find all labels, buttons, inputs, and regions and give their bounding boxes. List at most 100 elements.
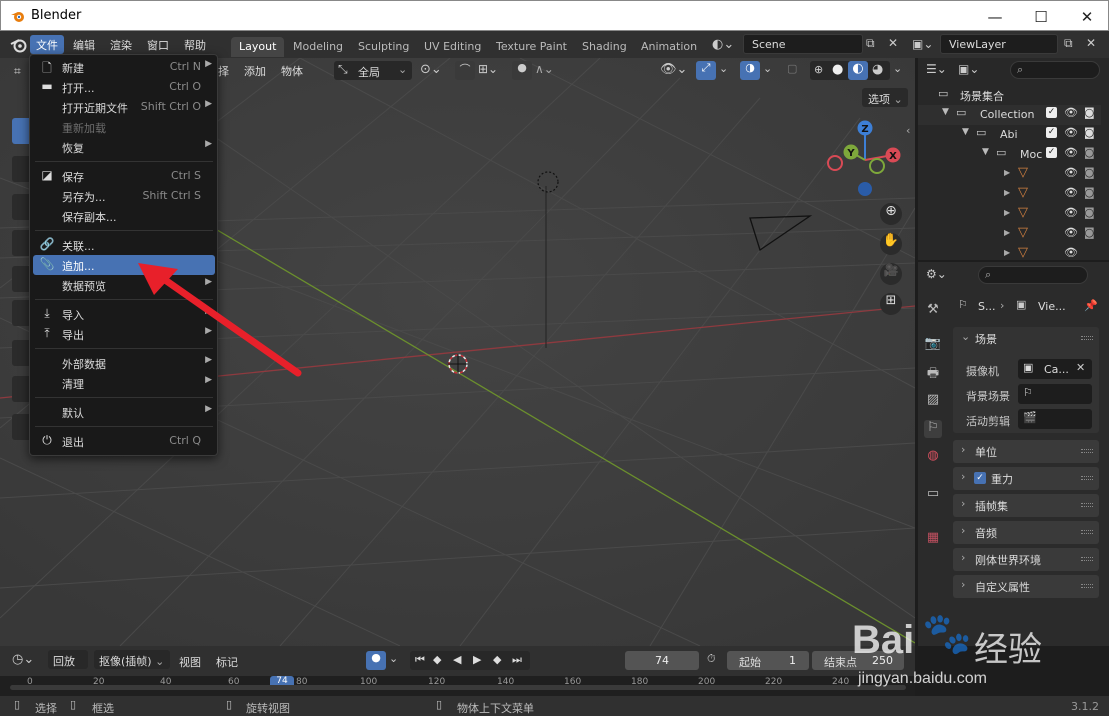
prev-keyframe-icon[interactable]: ◆ — [433, 653, 441, 666]
chevron-down-icon[interactable]: ⌄ — [961, 330, 970, 343]
outliner-row-moc[interactable]: ▼ ▭ Moc ✓ 👁 ◙ — [918, 145, 1101, 165]
exclude-checkbox[interactable]: ✓ — [1046, 127, 1057, 138]
view-layer-properties-icon[interactable]: ▨ — [924, 392, 942, 410]
timeline-view-menu[interactable]: 视图 — [179, 654, 201, 670]
menu-window[interactable]: 窗口 — [141, 35, 175, 54]
gravity-checkbox[interactable]: ✓ — [974, 472, 986, 484]
active-clip-field[interactable]: 🎬 — [1018, 409, 1092, 429]
properties-editor-type-icon[interactable]: ⚙⌄ — [926, 267, 947, 281]
start-frame-field[interactable]: 起始 1 — [727, 651, 809, 670]
neg-y-axis-handle[interactable] — [869, 158, 885, 174]
menu-file[interactable]: 文件 — [30, 35, 64, 54]
menu-item-open-recent[interactable]: 打开近期文件 Shift Ctrl O ▶ — [33, 97, 215, 117]
stopwatch-icon[interactable]: ⏱ — [707, 652, 716, 666]
menu-item-quit[interactable]: ⏻ 退出 Ctrl Q — [33, 431, 215, 451]
menu-item-recover[interactable]: 恢复 ▶ — [33, 137, 215, 157]
options-dropdown[interactable]: 选项 ⌄ — [862, 88, 908, 107]
tab-sculpting[interactable]: Sculpting — [350, 37, 417, 57]
pan-hand-icon[interactable]: ✋ — [880, 233, 902, 255]
menu-item-save-copy[interactable]: 保存副本... — [33, 206, 215, 226]
visibility-dropdown-icon[interactable]: 👁⌄ — [660, 62, 687, 77]
overlay-dropdown-icon[interactable]: ⌄ — [763, 62, 772, 75]
outliner-row-object[interactable]: ▶ ▽ 👁 ◙ — [918, 165, 1101, 185]
eye-icon[interactable]: 👁 — [1064, 106, 1078, 119]
background-scene-field[interactable]: ⚐ — [1018, 384, 1092, 404]
wireframe-shading-icon[interactable]: ⊕ — [814, 63, 823, 76]
clear-field-icon[interactable]: ✕ — [1076, 361, 1085, 374]
snap-toggle-icon[interactable]: ⌒ — [455, 61, 475, 80]
custom-properties-panel[interactable]: › 自定义属性 — [953, 575, 1099, 598]
scene-selector-icon[interactable]: ◐⌄ — [712, 37, 734, 52]
keying-menu[interactable]: 抠像(插帧) ⌄ — [94, 650, 170, 669]
material-shading-icon[interactable]: ◐ — [848, 61, 868, 80]
close-window-button[interactable]: ✕ — [1064, 1, 1109, 32]
render-camera-icon[interactable]: ◙ — [1084, 206, 1095, 219]
timeline-ruler[interactable]: 0 20 40 60 74 80 100 120 140 160 180 200… — [0, 676, 915, 696]
menu-edit[interactable]: 编辑 — [67, 35, 101, 54]
play-icon[interactable]: ▶ — [473, 653, 481, 666]
play-reverse-icon[interactable]: ◀ — [453, 653, 461, 666]
new-scene-icon[interactable]: ⧉ — [866, 36, 875, 51]
new-viewlayer-icon[interactable]: ⧉ — [1064, 36, 1073, 51]
next-keyframe-icon[interactable]: ◆ — [493, 653, 501, 666]
eye-icon[interactable]: 👁 — [1064, 206, 1078, 219]
properties-search-input[interactable]: ⌕ — [978, 266, 1088, 284]
render-camera-icon[interactable]: ◙ — [1084, 226, 1095, 239]
units-panel[interactable]: › 单位 — [953, 440, 1099, 463]
viewport-menu-object[interactable]: 物体 — [281, 63, 303, 79]
menu-item-defaults[interactable]: 默认 ▶ — [33, 402, 215, 422]
outliner-row-abi[interactable]: ▼ ▭ Abi ✓ 👁 ◙ — [918, 125, 1101, 145]
rendered-shading-icon[interactable]: ◕ — [872, 62, 883, 77]
tab-uv-editing[interactable]: UV Editing — [416, 37, 489, 57]
delete-viewlayer-icon[interactable]: ✕ — [1086, 36, 1096, 50]
menu-item-save-as[interactable]: 另存为... Shift Ctrl S — [33, 186, 215, 206]
eye-icon[interactable]: 👁 — [1064, 246, 1078, 259]
scene-properties-icon[interactable]: ⚐ — [924, 420, 942, 438]
tab-shading[interactable]: Shading — [574, 37, 635, 57]
tab-modeling[interactable]: Modeling — [285, 37, 351, 57]
gravity-panel[interactable]: › ✓ 重力 — [953, 467, 1099, 490]
menu-render[interactable]: 渲染 — [104, 35, 138, 54]
pin-icon[interactable]: 📌 — [1084, 299, 1098, 312]
tab-layout[interactable]: Layout — [231, 37, 285, 57]
proportional-edit-icon[interactable]: ● — [512, 61, 532, 80]
playback-menu[interactable]: 回放 ⌄ — [48, 650, 88, 682]
collection-properties-icon[interactable]: ▭ — [924, 486, 942, 504]
outliner-row-object[interactable]: ▶ ▽ 👁 ◙ — [918, 205, 1101, 225]
rigid-body-world-panel[interactable]: › 刚体世界环境 — [953, 548, 1099, 571]
scene-name-field[interactable]: Scene — [743, 34, 863, 54]
camera-field[interactable]: ▣ Ca... ✕ — [1018, 359, 1092, 379]
zoom-icon[interactable]: ⊕ — [880, 203, 902, 225]
xray-toggle-icon[interactable]: ▢ — [787, 62, 797, 75]
outliner-row-collection[interactable]: ▼ ▭ Collection ✓ 👁 ◙ — [918, 105, 1101, 125]
neg-x-axis-handle[interactable] — [827, 155, 843, 171]
eye-icon[interactable]: 👁 — [1064, 226, 1078, 239]
menu-help[interactable]: 帮助 — [178, 35, 212, 54]
solid-shading-icon[interactable]: ● — [832, 62, 843, 77]
menu-item-new[interactable]: 🗋 新建 Ctrl N ▶ — [33, 57, 215, 77]
render-camera-icon[interactable]: ◙ — [1084, 166, 1095, 179]
auto-keying-icon[interactable]: ● — [366, 651, 386, 670]
viewlayer-selector-icon[interactable]: ▣⌄ — [912, 37, 933, 51]
current-frame-field[interactable]: 74 — [625, 651, 699, 670]
render-camera-icon[interactable]: ◙ — [1084, 186, 1095, 199]
falloff-icon[interactable]: ∧⌄ — [535, 62, 554, 76]
render-camera-icon[interactable]: ◙ — [1084, 106, 1095, 119]
editor-type-icon[interactable]: ⌗ — [14, 64, 21, 79]
jump-end-icon[interactable]: ⏭ — [512, 653, 522, 667]
keying-sets-panel[interactable]: › 插帧集 — [953, 494, 1099, 517]
eye-icon[interactable]: 👁 — [1064, 146, 1078, 159]
perspective-toggle-icon[interactable]: ⊞ — [880, 293, 902, 315]
render-camera-icon[interactable]: ◙ — [1084, 126, 1095, 139]
texture-properties-icon[interactable]: ▦ — [924, 530, 942, 548]
eye-icon[interactable]: 👁 — [1064, 126, 1078, 139]
navigation-gizmo[interactable]: Z X Y — [820, 115, 910, 205]
transform-orientation-dropdown[interactable]: ⤡ 全局 ⌄ — [334, 61, 412, 80]
shading-dropdown-icon[interactable]: ⌄ — [893, 62, 902, 75]
outliner-editor-type-icon[interactable]: ☰⌄ — [926, 62, 947, 76]
gizmo-toggle-icon[interactable]: ⤢ — [696, 61, 716, 80]
viewport-menu-add[interactable]: 添加 — [244, 63, 266, 79]
overlay-toggle-icon[interactable]: ◑ — [740, 61, 760, 80]
maximize-button[interactable]: ☐ — [1018, 1, 1064, 32]
pivot-point-icon[interactable]: ⊙⌄ — [420, 62, 442, 77]
